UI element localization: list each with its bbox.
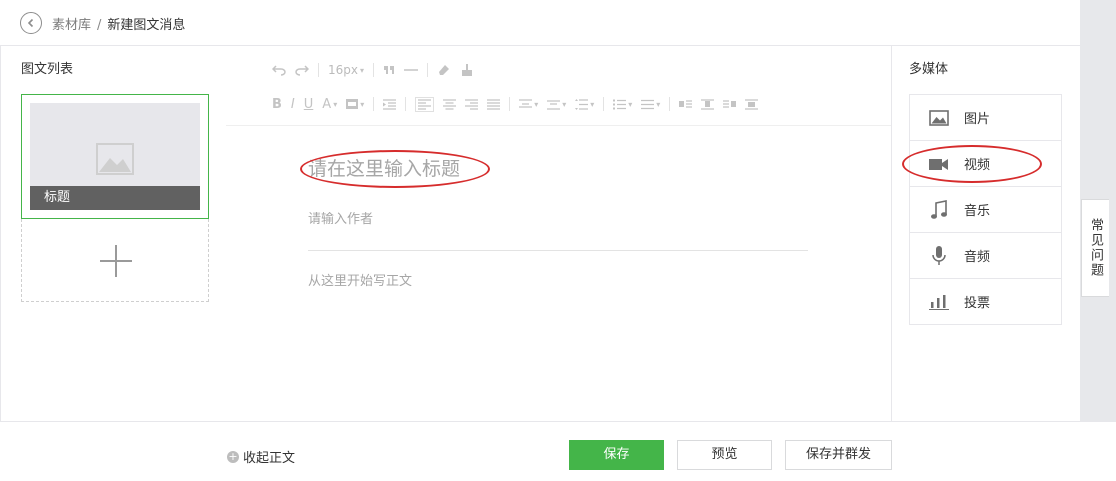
toolbar-row-2: B I U A [272, 93, 767, 115]
article-list-panel: 图文列表 标题 [0, 46, 226, 421]
toolbar-separator [427, 63, 429, 77]
media-item-label: 音乐 [964, 204, 991, 219]
music-icon [928, 199, 950, 220]
article-card[interactable]: 标题 [21, 94, 209, 219]
align-justify-icon[interactable] [487, 98, 501, 110]
align-center-icon[interactable] [443, 98, 457, 110]
toolbar-separator [373, 97, 375, 111]
chevron-left-icon [27, 18, 34, 28]
toolbar-row-1: 16px [272, 59, 483, 81]
collapse-body-button[interactable]: + 收起正文 [227, 447, 295, 466]
indent-icon[interactable] [383, 98, 397, 110]
save-and-publish-button[interactable]: 保存并群发 [785, 440, 892, 470]
align-right-icon[interactable] [465, 98, 479, 110]
media-item-label: 音频 [964, 250, 991, 265]
image-icon [928, 108, 950, 128]
image-placeholder-icon [96, 143, 134, 175]
breadcrumb-separator: / [97, 18, 102, 33]
vote-chart-icon [928, 292, 950, 312]
add-article-button[interactable] [21, 219, 209, 302]
float-left-icon[interactable] [679, 99, 693, 110]
plus-circle-icon: + [227, 449, 239, 463]
editor-area: 16px B I U A [226, 46, 891, 421]
media-item-vote[interactable]: 投票 [910, 279, 1061, 324]
multimedia-list: 图片 视频 音乐 音频 投票 [909, 94, 1062, 325]
font-size-select[interactable]: 16px [328, 63, 364, 77]
body-editor[interactable]: 从这里开始写正文 [308, 270, 808, 289]
video-icon [928, 154, 950, 174]
plus-icon-vertical [115, 245, 117, 277]
media-item-label: 图片 [964, 112, 991, 127]
toolbar-separator [318, 63, 319, 77]
undo-icon[interactable] [272, 64, 286, 76]
article-thumbnail [30, 103, 200, 186]
article-list-title: 图文列表 [21, 62, 74, 77]
redo-icon[interactable] [295, 64, 309, 76]
toolbar-separator [509, 97, 511, 111]
media-item-audio[interactable]: 音频 [910, 233, 1061, 279]
unordered-list-icon[interactable] [641, 99, 660, 110]
article-card-caption: 标题 [30, 186, 200, 210]
back-button[interactable] [20, 12, 42, 34]
float-right-icon[interactable] [723, 99, 737, 110]
breadcrumb-current: 新建图文消息 [107, 18, 186, 33]
float-center-icon[interactable] [745, 98, 759, 110]
save-button[interactable]: 保存 [569, 440, 664, 470]
background-color-icon[interactable] [346, 99, 364, 109]
eraser-icon[interactable] [437, 63, 451, 77]
toolbar-separator [405, 97, 407, 111]
format-brush-icon[interactable] [460, 63, 474, 77]
media-item-image[interactable]: 图片 [910, 95, 1061, 141]
breadcrumb-parent-link[interactable]: 素材库 [52, 18, 91, 33]
horizontal-rule-icon[interactable] [404, 65, 419, 75]
faq-label: 常见问题 [1088, 218, 1103, 278]
italic-icon[interactable]: I [291, 97, 295, 112]
title-input[interactable] [308, 158, 808, 180]
author-input[interactable] [308, 212, 808, 227]
ordered-list-icon[interactable] [613, 99, 632, 110]
media-item-music[interactable]: 音乐 [910, 187, 1061, 233]
microphone-icon [928, 245, 950, 266]
media-item-label: 投票 [964, 296, 991, 311]
multimedia-title: 多媒体 [909, 62, 949, 77]
underline-icon[interactable]: U [304, 97, 314, 112]
faq-tab[interactable]: 常见问题 [1081, 199, 1109, 297]
align-left-icon[interactable] [415, 96, 435, 112]
toolbar-separator [603, 97, 605, 111]
toolbar-separator [669, 97, 671, 111]
multimedia-panel: 多媒体 图片 视频 音乐 音频 投票 [891, 46, 1080, 421]
editor-toolbar: 16px B I U A [226, 46, 891, 126]
paragraph-spacing-bottom-icon[interactable] [547, 99, 566, 110]
media-item-label: 视频 [964, 158, 991, 173]
bottom-action-bar: + 收起正文 保存 预览 保存并群发 [0, 421, 1116, 481]
author-divider [308, 250, 808, 251]
blockquote-icon[interactable] [383, 65, 395, 75]
editor-content: 从这里开始写正文 [226, 126, 891, 421]
bold-icon[interactable]: B [272, 97, 282, 112]
breadcrumb: 素材库 / 新建图文消息 [52, 14, 185, 33]
preview-button[interactable]: 预览 [677, 440, 772, 470]
font-color-icon[interactable]: A [322, 97, 337, 112]
float-none-icon[interactable] [701, 98, 715, 110]
media-item-video[interactable]: 视频 [910, 141, 1061, 187]
page-header: 素材库 / 新建图文消息 [0, 0, 1080, 46]
paragraph-spacing-top-icon[interactable] [519, 98, 538, 110]
collapse-body-label: 收起正文 [243, 451, 296, 466]
line-height-icon[interactable] [575, 98, 594, 110]
toolbar-separator [373, 63, 375, 77]
